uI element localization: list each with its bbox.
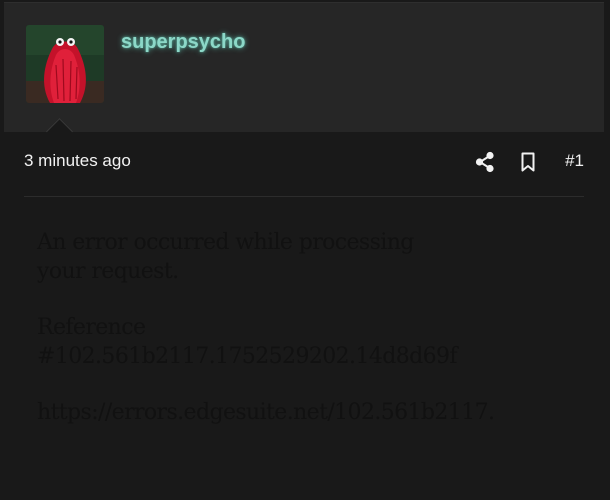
error-message-line: An error occurred while processing xyxy=(37,230,414,255)
avatar[interactable] xyxy=(26,25,104,103)
post-meta-bar: 3 minutes ago #1 xyxy=(24,146,584,178)
error-url-text: https://errors.edgesuite.net/102.561b211… xyxy=(37,400,495,425)
error-message: An error occurred while processing your … xyxy=(37,228,582,286)
divider xyxy=(24,196,584,197)
error-message-line: your request. xyxy=(37,259,179,284)
share-button[interactable] xyxy=(474,151,496,173)
share-icon xyxy=(475,151,494,173)
post-body: An error occurred while processing your … xyxy=(37,228,582,454)
post-number-link[interactable]: #1 xyxy=(565,151,584,171)
header-pointer xyxy=(46,113,74,133)
post-header: superpsycho xyxy=(4,2,604,132)
bookmark-button[interactable] xyxy=(517,151,539,173)
post-timestamp[interactable]: 3 minutes ago xyxy=(24,151,131,171)
error-reference: Reference #102.561b2117.1752529202.14d8d… xyxy=(37,313,582,371)
reference-code: #102.561b2117.1752529202.14d8d69f xyxy=(37,344,458,369)
reference-label: Reference xyxy=(37,315,146,340)
username-link[interactable]: superpsycho xyxy=(121,31,245,54)
bookmark-icon xyxy=(521,152,535,172)
error-url: https://errors.edgesuite.net/102.561b211… xyxy=(37,398,582,427)
